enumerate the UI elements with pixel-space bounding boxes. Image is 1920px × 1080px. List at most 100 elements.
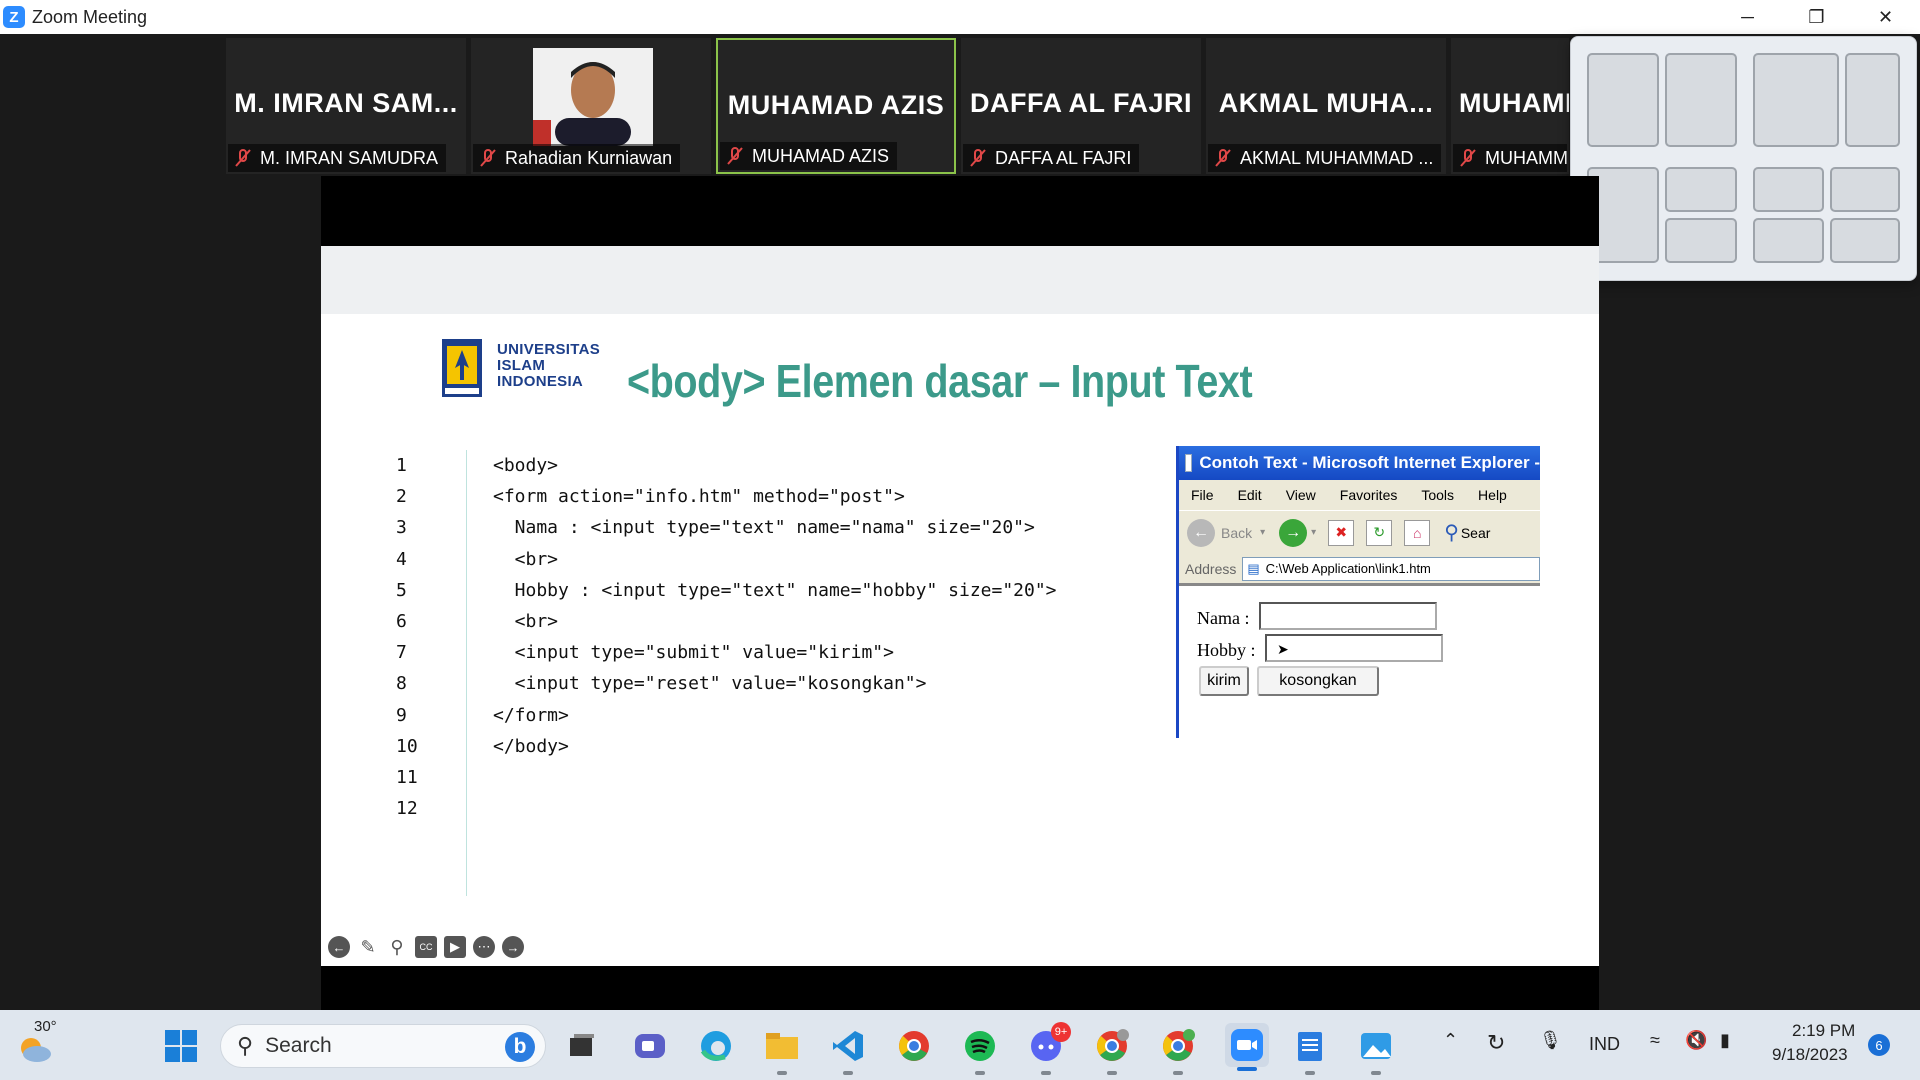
zoom-icon[interactable]: ⚲ (386, 936, 408, 958)
code-line: <form action="info.htm" method="post"> (493, 486, 905, 508)
ie-menu-item: View (1285, 487, 1316, 503)
taskbar-zoom-active[interactable] (1225, 1023, 1269, 1071)
window-title: Zoom Meeting (32, 6, 148, 27)
university-name: UNIVERSITAS ISLAM INDONESIA (497, 342, 600, 390)
restore-button[interactable]: ❐ (1782, 0, 1851, 34)
participant-video (533, 48, 653, 146)
snap-zone[interactable] (1830, 167, 1900, 212)
ie-window-screenshot: Contoh Text - Microsoft Internet Explore… (1176, 446, 1540, 738)
participant-tile[interactable]: M. IMRAN SAM... M. IMRAN SAMUDRA (226, 38, 466, 174)
participant-name: MUHAMAD AZIS (752, 145, 890, 166)
forward-arrow-icon: → (1279, 518, 1308, 547)
microphone-icon[interactable]: 🎙 (1539, 1030, 1562, 1051)
wifi-icon[interactable]: ≈ (1650, 1030, 1660, 1051)
shared-screen-top-bar (321, 176, 1599, 246)
previous-slide-icon[interactable]: ← (328, 936, 350, 958)
taskbar-spotify[interactable] (961, 1027, 999, 1075)
dropdown-arrow-icon: ▾ (1260, 527, 1266, 538)
participant-name: AKMAL MUHAMMAD ... (1240, 147, 1434, 168)
participant-name-large: DAFFA AL FAJRI (969, 88, 1192, 118)
participant-label: MUHAMAD AZIS (720, 142, 898, 170)
start-button[interactable] (162, 1027, 200, 1065)
stop-icon: ✖ (1328, 519, 1355, 546)
running-indicator (777, 1071, 787, 1075)
ie-menu-item: Help (1478, 487, 1507, 503)
pen-icon[interactable]: ✎ (357, 936, 379, 958)
search-icon: ⚲ (1444, 522, 1459, 544)
more-options-icon[interactable]: ⋯ (473, 936, 495, 958)
photos-icon (1361, 1033, 1391, 1059)
muted-mic-icon (1215, 149, 1231, 167)
participant-tile[interactable]: MUHAMM MUHAMM (1451, 38, 1569, 174)
shared-slide: UNIVERSITAS ISLAM INDONESIA <body> Eleme… (321, 246, 1599, 966)
participant-label: MUHAMM (1453, 144, 1567, 172)
taskbar-chrome-profile-1[interactable] (1093, 1027, 1131, 1075)
taskbar-photos[interactable] (1357, 1027, 1395, 1075)
muted-mic-icon (480, 149, 496, 167)
snap-zone[interactable] (1845, 53, 1900, 147)
notification-count-badge[interactable]: 6 (1868, 1034, 1890, 1056)
task-view-button[interactable] (563, 1027, 601, 1065)
participant-tile[interactable]: AKMAL MUHA... AKMAL MUHAMMAD ... (1206, 38, 1446, 174)
sync-icon[interactable]: ↻ (1487, 1030, 1505, 1056)
line-number: 4 (396, 548, 407, 570)
search-icon: ⚲ (237, 1033, 254, 1058)
muted-mic-icon (1460, 149, 1476, 167)
kosongkan-button: kosongkan (1257, 666, 1379, 696)
participant-name: M. IMRAN SAMUDRA (260, 147, 439, 168)
taskbar-chrome[interactable] (895, 1027, 933, 1065)
running-indicator (843, 1071, 853, 1075)
zoom-app-icon (1231, 1029, 1263, 1061)
clock-date[interactable]: 9/18/2023 (1772, 1045, 1848, 1065)
taskbar-vscode[interactable] (829, 1027, 867, 1075)
snap-zone[interactable] (1665, 218, 1737, 263)
taskbar-chrome-profile-2[interactable] (1159, 1027, 1197, 1075)
ie-address-label: Address (1185, 560, 1237, 577)
taskbar-edge[interactable] (697, 1027, 735, 1065)
chevron-up-icon[interactable]: ⌃ (1443, 1030, 1458, 1051)
snap-zone[interactable] (1830, 218, 1900, 263)
snap-zone[interactable] (1665, 53, 1737, 147)
ie-page-content: Nama : Hobby : ➤ kirim kosongkan (1179, 586, 1540, 736)
snap-zone[interactable] (1753, 53, 1839, 147)
captions-icon[interactable]: CC (415, 936, 437, 958)
snap-zone[interactable] (1665, 167, 1737, 212)
code-line: <body> (493, 455, 559, 476)
camera-icon[interactable]: ▶ (444, 936, 466, 958)
minimize-button[interactable]: ─ (1713, 0, 1782, 34)
running-indicator (1173, 1071, 1183, 1075)
windows-taskbar: 30° ⚲ Search b 9+ ⌃ ↻ 🎙 IND ≈ 🔇 ▮ 2:19 P… (0, 1010, 1920, 1080)
running-indicator (1107, 1071, 1117, 1075)
bing-icon[interactable]: b (505, 1032, 535, 1062)
language-indicator[interactable]: IND (1589, 1034, 1620, 1055)
ie-menu-item: Edit (1237, 487, 1262, 503)
hobby-label: Hobby : (1197, 640, 1256, 660)
speaker-muted-icon[interactable]: 🔇 (1685, 1030, 1707, 1051)
participant-tile[interactable]: Rahadian Kurniawan (471, 38, 711, 174)
battery-icon[interactable]: ▮ (1720, 1030, 1730, 1051)
search-placeholder: Search (265, 1034, 332, 1057)
participant-tile[interactable]: DAFFA AL FAJRI DAFFA AL FAJRI (961, 38, 1201, 174)
running-indicator (1041, 1071, 1051, 1075)
taskbar-search-box[interactable]: ⚲ Search b (220, 1024, 546, 1068)
taskbar-file-explorer[interactable] (763, 1027, 801, 1075)
participant-tile-active-speaker[interactable]: MUHAMAD AZIS MUHAMAD AZIS (716, 38, 956, 174)
taskbar-teams-chat[interactable] (631, 1027, 669, 1065)
taskbar-notepad[interactable] (1291, 1027, 1329, 1075)
active-indicator (1237, 1067, 1257, 1071)
ie-titlebar: Contoh Text - Microsoft Internet Explore… (1179, 446, 1540, 480)
line-number: 9 (396, 704, 407, 726)
close-button[interactable]: ✕ (1851, 0, 1920, 34)
ie-address-field: ▤ C:\Web Application\link1.htm (1242, 556, 1540, 581)
snap-layouts-popup (1570, 36, 1917, 281)
next-slide-icon[interactable]: → (502, 936, 524, 958)
participant-name: MUHAMM (1485, 147, 1567, 168)
nama-label: Nama : (1197, 608, 1250, 628)
snap-zone[interactable] (1587, 53, 1659, 147)
university-name-line: UNIVERSITAS (497, 341, 601, 358)
clock-time[interactable]: 2:19 PM (1792, 1021, 1855, 1041)
line-number: 11 (396, 766, 418, 788)
dropdown-arrow-icon: ▾ (1311, 527, 1317, 538)
snap-zone[interactable] (1753, 218, 1824, 263)
snap-zone[interactable] (1753, 167, 1824, 212)
